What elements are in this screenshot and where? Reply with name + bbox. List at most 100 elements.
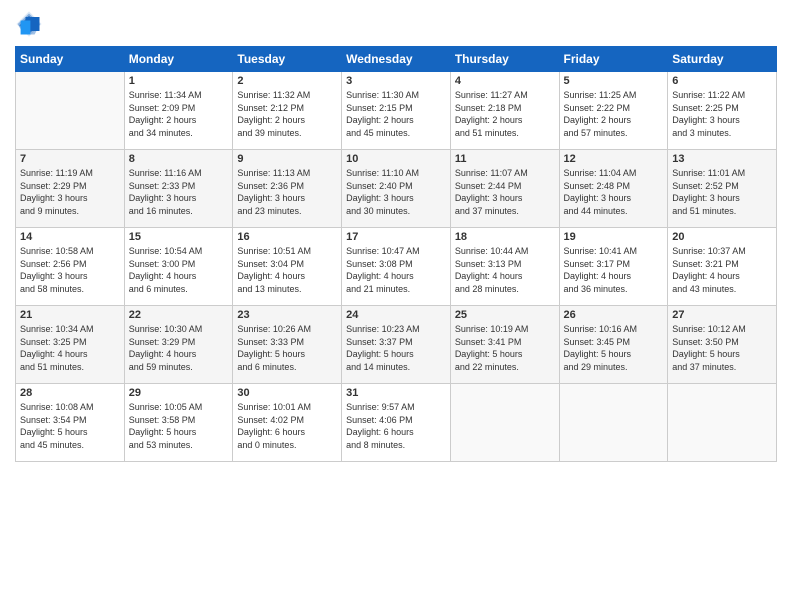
calendar-cell: 12 Sunrise: 11:04 AM Sunset: 2:48 PM Dayl… <box>559 150 668 228</box>
calendar-cell: 8Sunrise: 11:16 AM Sunset: 2:33 PM Dayli… <box>124 150 233 228</box>
calendar-cell: 15 Sunrise: 10:54 AM Sunset: 3:00 PM Dayl… <box>124 228 233 306</box>
calendar-cell <box>450 384 559 462</box>
day-info: Sunrise: 11:01 AM Sunset: 2:52 PM Daylig… <box>672 167 772 217</box>
day-info: Sunrise: 10:34 AM Sunset: 3:25 PM Daylig… <box>20 323 120 373</box>
day-info: Sunrise: 10:19 AM Sunset: 3:41 PM Daylig… <box>455 323 555 373</box>
calendar-cell: 18 Sunrise: 10:44 AM Sunset: 3:13 PM Dayl… <box>450 228 559 306</box>
day-info: Sunrise: 11:32 AM Sunset: 2:12 PM Daylig… <box>237 89 337 139</box>
day-number: 10 <box>346 153 446 165</box>
calendar-cell: 17 Sunrise: 10:47 AM Sunset: 3:08 PM Dayl… <box>342 228 451 306</box>
calendar-cell: 7 Sunrise: 11:19 AM Sunset: 2:29 PM Dayli… <box>16 150 125 228</box>
calendar-cell: 28 Sunrise: 10:08 AM Sunset: 3:54 PM Dayl… <box>16 384 125 462</box>
day-number: 2 <box>237 75 337 87</box>
calendar-cell: 1 Sunrise: 11:34 AM Sunset: 2:09 PM Dayli… <box>124 72 233 150</box>
day-number: 26 <box>564 309 664 321</box>
day-info: Sunrise: 11:13 AM Sunset: 2:36 PM Daylig… <box>237 167 337 217</box>
day-info: Sunrise: 11:27 AM Sunset: 2:18 PM Daylig… <box>455 89 555 139</box>
calendar-cell: 19 Sunrise: 10:41 AM Sunset: 3:17 PM Dayl… <box>559 228 668 306</box>
calendar-cell: 9 Sunrise: 11:13 AM Sunset: 2:36 PM Dayli… <box>233 150 342 228</box>
logo-icon <box>15 10 43 38</box>
calendar-cell: 20 Sunrise: 10:37 AM Sunset: 3:21 PM Dayl… <box>668 228 777 306</box>
weekday-header-monday: Monday <box>124 47 233 72</box>
weekday-header-thursday: Thursday <box>450 47 559 72</box>
day-number: 3 <box>346 75 446 87</box>
day-info: Sunrise: 11:10 AM Sunset: 2:40 PM Daylig… <box>346 167 446 217</box>
day-info: Sunrise: 10:16 AM Sunset: 3:45 PM Daylig… <box>564 323 664 373</box>
calendar-cell: 27Sunrise: 10:12 AM Sunset: 3:50 PM Dayl… <box>668 306 777 384</box>
calendar-cell: 31 Sunrise: 9:57 AM Sunset: 4:06 PM Dayli… <box>342 384 451 462</box>
week-row-1: 1 Sunrise: 11:34 AM Sunset: 2:09 PM Dayli… <box>16 72 777 150</box>
day-number: 1 <box>129 75 229 87</box>
calendar-cell: 25 Sunrise: 10:19 AM Sunset: 3:41 PM Dayl… <box>450 306 559 384</box>
day-number: 25 <box>455 309 555 321</box>
week-row-3: 14 Sunrise: 10:58 AM Sunset: 2:56 PM Dayl… <box>16 228 777 306</box>
day-info: Sunrise: 10:58 AM Sunset: 2:56 PM Daylig… <box>20 245 120 295</box>
day-number: 30 <box>237 387 337 399</box>
day-info: Sunrise: 11:25 AM Sunset: 2:22 PM Daylig… <box>564 89 664 139</box>
day-number: 14 <box>20 231 120 243</box>
day-number: 24 <box>346 309 446 321</box>
day-info: Sunrise: 10:26 AM Sunset: 3:33 PM Daylig… <box>237 323 337 373</box>
day-info: Sunrise: 10:01 AM Sunset: 4:02 PM Daylig… <box>237 401 337 451</box>
day-number: 31 <box>346 387 446 399</box>
calendar-cell <box>16 72 125 150</box>
weekday-header-friday: Friday <box>559 47 668 72</box>
calendar-cell: 24 Sunrise: 10:23 AM Sunset: 3:37 PM Dayl… <box>342 306 451 384</box>
day-number: 22 <box>129 309 229 321</box>
day-number: 20 <box>672 231 772 243</box>
weekday-header-saturday: Saturday <box>668 47 777 72</box>
header <box>15 10 777 38</box>
day-number: 19 <box>564 231 664 243</box>
day-info: Sunrise: 11:04 AM Sunset: 2:48 PM Daylig… <box>564 167 664 217</box>
day-number: 29 <box>129 387 229 399</box>
day-number: 15 <box>129 231 229 243</box>
week-row-2: 7 Sunrise: 11:19 AM Sunset: 2:29 PM Dayli… <box>16 150 777 228</box>
day-info: Sunrise: 11:34 AM Sunset: 2:09 PM Daylig… <box>129 89 229 139</box>
calendar-cell <box>668 384 777 462</box>
day-info: Sunrise: 10:54 AM Sunset: 3:00 PM Daylig… <box>129 245 229 295</box>
weekday-header-row: SundayMondayTuesdayWednesdayThursdayFrid… <box>16 47 777 72</box>
weekday-header-sunday: Sunday <box>16 47 125 72</box>
day-number: 18 <box>455 231 555 243</box>
calendar-table: SundayMondayTuesdayWednesdayThursdayFrid… <box>15 46 777 462</box>
day-info: Sunrise: 11:30 AM Sunset: 2:15 PM Daylig… <box>346 89 446 139</box>
day-number: 9 <box>237 153 337 165</box>
weekday-header-tuesday: Tuesday <box>233 47 342 72</box>
calendar-cell: 30 Sunrise: 10:01 AM Sunset: 4:02 PM Dayl… <box>233 384 342 462</box>
calendar-cell: 16Sunrise: 10:51 AM Sunset: 3:04 PM Dayl… <box>233 228 342 306</box>
day-number: 28 <box>20 387 120 399</box>
day-info: Sunrise: 10:05 AM Sunset: 3:58 PM Daylig… <box>129 401 229 451</box>
calendar-cell: 5 Sunrise: 11:25 AM Sunset: 2:22 PM Dayli… <box>559 72 668 150</box>
day-number: 13 <box>672 153 772 165</box>
day-info: Sunrise: 10:37 AM Sunset: 3:21 PM Daylig… <box>672 245 772 295</box>
logo <box>15 10 45 38</box>
week-row-4: 21 Sunrise: 10:34 AM Sunset: 3:25 PM Dayl… <box>16 306 777 384</box>
calendar-cell: 23Sunrise: 10:26 AM Sunset: 3:33 PM Dayl… <box>233 306 342 384</box>
day-info: Sunrise: 10:47 AM Sunset: 3:08 PM Daylig… <box>346 245 446 295</box>
day-info: Sunrise: 10:12 AM Sunset: 3:50 PM Daylig… <box>672 323 772 373</box>
page: SundayMondayTuesdayWednesdayThursdayFrid… <box>0 0 792 612</box>
day-number: 7 <box>20 153 120 165</box>
calendar-cell: 11Sunrise: 11:07 AM Sunset: 2:44 PM Dayl… <box>450 150 559 228</box>
day-number: 6 <box>672 75 772 87</box>
day-info: Sunrise: 11:16 AM Sunset: 2:33 PM Daylig… <box>129 167 229 217</box>
day-info: Sunrise: 9:57 AM Sunset: 4:06 PM Dayligh… <box>346 401 446 451</box>
day-number: 5 <box>564 75 664 87</box>
day-info: Sunrise: 11:19 AM Sunset: 2:29 PM Daylig… <box>20 167 120 217</box>
calendar-cell <box>559 384 668 462</box>
day-info: Sunrise: 10:41 AM Sunset: 3:17 PM Daylig… <box>564 245 664 295</box>
day-info: Sunrise: 10:44 AM Sunset: 3:13 PM Daylig… <box>455 245 555 295</box>
day-info: Sunrise: 11:22 AM Sunset: 2:25 PM Daylig… <box>672 89 772 139</box>
calendar-cell: 26 Sunrise: 10:16 AM Sunset: 3:45 PM Dayl… <box>559 306 668 384</box>
day-number: 21 <box>20 309 120 321</box>
day-number: 11 <box>455 153 555 165</box>
day-number: 16 <box>237 231 337 243</box>
calendar-cell: 13 Sunrise: 11:01 AM Sunset: 2:52 PM Dayl… <box>668 150 777 228</box>
day-info: Sunrise: 10:30 AM Sunset: 3:29 PM Daylig… <box>129 323 229 373</box>
week-row-5: 28 Sunrise: 10:08 AM Sunset: 3:54 PM Dayl… <box>16 384 777 462</box>
day-info: Sunrise: 10:23 AM Sunset: 3:37 PM Daylig… <box>346 323 446 373</box>
calendar-cell: 10 Sunrise: 11:10 AM Sunset: 2:40 PM Dayl… <box>342 150 451 228</box>
day-number: 17 <box>346 231 446 243</box>
day-number: 12 <box>564 153 664 165</box>
day-info: Sunrise: 10:08 AM Sunset: 3:54 PM Daylig… <box>20 401 120 451</box>
